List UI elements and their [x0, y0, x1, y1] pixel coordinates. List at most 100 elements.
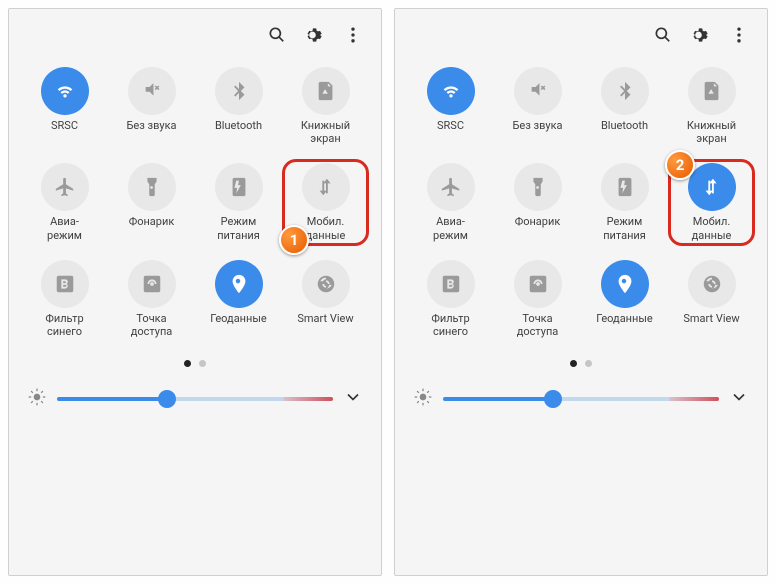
tile-label: Геоданные — [210, 312, 267, 338]
tile-geo[interactable]: Геоданные — [195, 256, 282, 342]
bt-icon — [215, 67, 263, 115]
pager — [21, 360, 369, 367]
tile-label: Режим питания — [603, 215, 646, 241]
pager-dot[interactable] — [585, 360, 592, 367]
data-icon — [688, 163, 736, 211]
tile-bluef[interactable]: Фильтр синего — [407, 256, 494, 342]
tile-label: Точка доступа — [131, 312, 173, 338]
tile-label: Мобил. данные — [692, 215, 732, 241]
tile-smart[interactable]: Smart View — [282, 256, 369, 342]
tile-power[interactable]: Режим питания — [581, 159, 668, 245]
tile-wifi[interactable]: SRSC — [407, 63, 494, 149]
pager-dot[interactable] — [184, 360, 191, 367]
bt-icon — [601, 67, 649, 115]
tile-data[interactable]: Мобил. данные1 — [282, 159, 369, 245]
tile-label: Точка доступа — [517, 312, 559, 338]
quick-settings-panel-right: SRSC Без звука Bluetooth Книжный экран Авиа-… — [394, 8, 768, 576]
bluef-icon — [427, 260, 475, 308]
tile-label: Мобил. данные — [306, 215, 346, 241]
tile-label: Без звука — [512, 119, 562, 145]
brightness-slider[interactable] — [57, 397, 333, 401]
tiles-grid: SRSC Без звука Bluetooth Книжный экран Авиа-… — [21, 59, 369, 346]
tile-label: Bluetooth — [601, 119, 648, 145]
tile-label: Smart View — [297, 312, 353, 338]
pager — [407, 360, 755, 367]
tile-label: Авиа- режим — [47, 215, 82, 241]
tile-geo[interactable]: Геоданные — [581, 256, 668, 342]
brightness-slider[interactable] — [443, 397, 719, 401]
tile-data[interactable]: Мобил. данные2 — [668, 159, 755, 245]
geo-icon — [215, 260, 263, 308]
settings-icon[interactable] — [305, 25, 325, 49]
search-icon[interactable] — [653, 25, 673, 49]
tile-bt[interactable]: Bluetooth — [581, 63, 668, 149]
callout-badge: 1 — [279, 225, 309, 255]
power-icon — [215, 163, 263, 211]
airplane-icon — [41, 163, 89, 211]
tile-label: Книжный экран — [301, 119, 350, 145]
expand-icon[interactable] — [729, 387, 749, 411]
more-icon[interactable] — [729, 25, 749, 49]
tile-label: Режим питания — [217, 215, 260, 241]
settings-icon[interactable] — [691, 25, 711, 49]
book-icon — [688, 67, 736, 115]
tile-smart[interactable]: Smart View — [668, 256, 755, 342]
search-icon[interactable] — [267, 25, 287, 49]
brightness-icon — [27, 387, 47, 411]
airplane-icon — [427, 163, 475, 211]
tile-label: Smart View — [683, 312, 739, 338]
expand-icon[interactable] — [343, 387, 363, 411]
tile-torch[interactable]: Фонарик — [494, 159, 581, 245]
power-icon — [601, 163, 649, 211]
tile-label: Книжный экран — [687, 119, 736, 145]
tile-mute[interactable]: Без звука — [108, 63, 195, 149]
hotspot-icon — [128, 260, 176, 308]
geo-icon — [601, 260, 649, 308]
tile-label: SRSC — [437, 119, 464, 145]
brightness-row — [21, 377, 369, 425]
tile-label: Bluetooth — [215, 119, 262, 145]
mute-icon — [128, 67, 176, 115]
torch-icon — [514, 163, 562, 211]
slider-thumb[interactable] — [544, 390, 562, 408]
wifi-icon — [41, 67, 89, 115]
tile-book[interactable]: Книжный экран — [282, 63, 369, 149]
tile-bt[interactable]: Bluetooth — [195, 63, 282, 149]
tile-mute[interactable]: Без звука — [494, 63, 581, 149]
smart-icon — [302, 260, 350, 308]
tile-label: SRSC — [51, 119, 78, 145]
tile-book[interactable]: Книжный экран — [668, 63, 755, 149]
mute-icon — [514, 67, 562, 115]
book-icon — [302, 67, 350, 115]
tile-torch[interactable]: Фонарик — [108, 159, 195, 245]
tile-label: Фильтр синего — [431, 312, 469, 338]
torch-icon — [128, 163, 176, 211]
data-icon — [302, 163, 350, 211]
smart-icon — [688, 260, 736, 308]
pager-dot[interactable] — [199, 360, 206, 367]
tile-label: Авиа- режим — [433, 215, 468, 241]
tiles-grid: SRSC Без звука Bluetooth Книжный экран Авиа-… — [407, 59, 755, 346]
tile-label: Фонарик — [515, 215, 561, 241]
tile-airplane[interactable]: Авиа- режим — [21, 159, 108, 245]
tile-label: Фильтр синего — [45, 312, 83, 338]
tile-label: Фонарик — [129, 215, 175, 241]
wifi-icon — [427, 67, 475, 115]
slider-thumb[interactable] — [158, 390, 176, 408]
pager-dot[interactable] — [570, 360, 577, 367]
hotspot-icon — [514, 260, 562, 308]
topbar — [21, 21, 369, 59]
tile-bluef[interactable]: Фильтр синего — [21, 256, 108, 342]
tile-wifi[interactable]: SRSC — [21, 63, 108, 149]
tile-airplane[interactable]: Авиа- режим — [407, 159, 494, 245]
topbar — [407, 21, 755, 59]
quick-settings-panel-left: SRSC Без звука Bluetooth Книжный экран Авиа-… — [8, 8, 382, 576]
tile-label: Без звука — [126, 119, 176, 145]
brightness-row — [407, 377, 755, 425]
tile-hotspot[interactable]: Точка доступа — [494, 256, 581, 342]
bluef-icon — [41, 260, 89, 308]
more-icon[interactable] — [343, 25, 363, 49]
tile-power[interactable]: Режим питания — [195, 159, 282, 245]
tile-label: Геоданные — [596, 312, 653, 338]
tile-hotspot[interactable]: Точка доступа — [108, 256, 195, 342]
